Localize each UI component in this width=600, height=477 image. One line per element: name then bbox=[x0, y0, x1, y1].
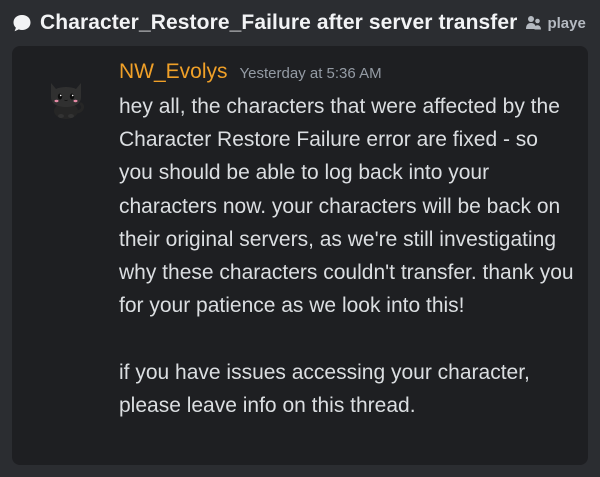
message-header: NW_Evolys Yesterday at 5:36 AM bbox=[119, 60, 382, 84]
author-name[interactable]: NW_Evolys bbox=[119, 60, 228, 84]
thread-title: Character_Restore_Failure after server t… bbox=[40, 11, 518, 34]
message-content: hey all, the characters that were affect… bbox=[119, 90, 575, 422]
thread-header: Character_Restore_Failure after server t… bbox=[0, 0, 600, 46]
speech-bubble-icon bbox=[11, 13, 32, 34]
player-tag-icon bbox=[525, 14, 543, 32]
message-timestamp[interactable]: Yesterday at 5:36 AM bbox=[240, 65, 382, 82]
tag-label[interactable]: playe bbox=[547, 15, 585, 32]
black-cat-avatar-icon bbox=[51, 83, 85, 119]
message-paragraph: if you have issues accessing your charac… bbox=[119, 360, 530, 417]
message-container: NW_Evolys Yesterday at 5:36 AM hey all, … bbox=[12, 46, 588, 465]
author-avatar[interactable] bbox=[45, 75, 87, 119]
message-paragraph: hey all, the characters that were affect… bbox=[119, 95, 574, 318]
